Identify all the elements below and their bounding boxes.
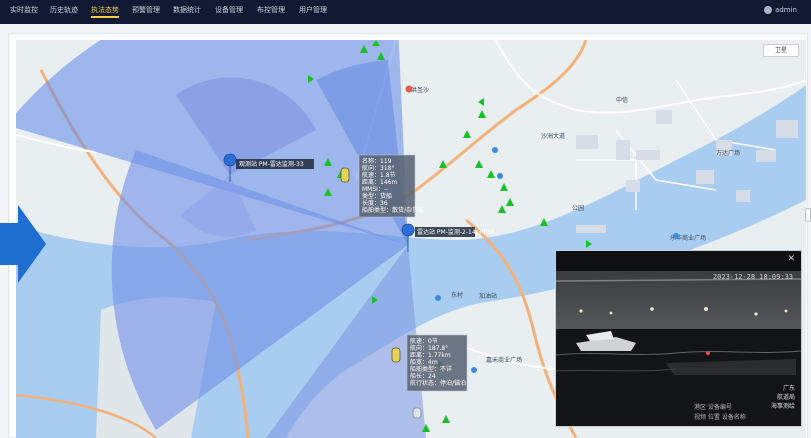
- place-label-1: 沙洲大道: [541, 132, 565, 140]
- popup1-line-2: 航速：1.8节: [362, 171, 396, 179]
- place-label-5: 嘉禾商业广场: [486, 356, 522, 364]
- top-navigation-bar: 实时监控 历史轨迹 执法态势 预警管理 数据统计 设备管理 布控管理 用户管理 …: [0, 0, 811, 24]
- nav-item-realtime-monitor[interactable]: 实时监控: [10, 0, 38, 24]
- station-label-1: 观测站 PM-雷达监测-33: [239, 160, 304, 168]
- popup1-line-4: MMSI：--: [362, 186, 388, 193]
- ship-icon-1: [340, 167, 350, 183]
- place-label-6: 中信: [616, 96, 628, 104]
- popup2-line-5: 船长：24: [410, 372, 436, 380]
- location-pin-3: [497, 173, 503, 179]
- close-icon[interactable]: ✕: [787, 254, 795, 264]
- vessel-popup-1: 名称：119 航向：318° 航速：1.8节 距离：146m MMSI：-- 类…: [358, 154, 424, 218]
- popup2-line-3: 船宽：4m: [410, 358, 438, 366]
- location-pin-2: [492, 147, 498, 153]
- map-layer-toggle[interactable]: 卫星: [763, 44, 799, 57]
- panel-resize-handle[interactable]: [805, 208, 811, 222]
- popup2-line-1: 航向：187.8°: [410, 344, 448, 352]
- popup2-line-2: 距离：1.77km: [410, 351, 451, 359]
- nav-item-device-management[interactable]: 设备管理: [215, 0, 243, 24]
- place-label-2: 公园: [572, 205, 584, 212]
- popup1-line-3: 距离：146m: [362, 178, 397, 186]
- place-label-7: 万达广场: [716, 149, 740, 157]
- ship-icon-3: [412, 407, 422, 419]
- popup1-line-7: 船舶类型：散货/杂货船: [362, 206, 424, 214]
- ship-icon-2: [391, 347, 401, 363]
- video-overlay-line-1: 航道局: [776, 394, 795, 401]
- collapse-arrow-icon[interactable]: [0, 205, 46, 283]
- popup1-line-0: 名称：119: [362, 157, 392, 165]
- vessel-popup-2: 航速：0节 航向：187.8° 距离：1.77km 船宽：4m 船舶类型：不详 …: [406, 334, 468, 392]
- location-pin-6: [435, 295, 441, 301]
- popup1-line-1: 航向：318°: [362, 164, 394, 172]
- place-label-8: 加油站: [479, 292, 497, 300]
- location-pin-5: [471, 367, 477, 373]
- video-overlay-line-2: 海事测绘: [770, 403, 795, 410]
- place-label-4: 东村: [451, 291, 463, 299]
- video-bottom-line-0: 港区 设备编号: [694, 404, 732, 411]
- vessel-marker-6: [475, 160, 483, 168]
- nav-item-statistics[interactable]: 数据统计: [173, 0, 201, 24]
- popup2-line-0: 航速：0节: [410, 337, 438, 345]
- avatar: [764, 6, 773, 14]
- nav-item-user-management[interactable]: 用户管理: [299, 0, 327, 24]
- nav-item-law-enforcement[interactable]: 执法态势: [91, 0, 119, 24]
- location-pin-1: [405, 85, 413, 93]
- video-monitor-window: ✕ 2023-12-28 18:09:33 广东 航道局 海事测绘 港区 设备编…: [555, 250, 802, 427]
- popup1-line-6: 长度：36: [362, 199, 388, 207]
- vessel-marker-5: [463, 130, 471, 138]
- video-timestamp: 2023-12-28 18:09:33: [712, 273, 793, 281]
- nav-item-deploy-management[interactable]: 布控管理: [257, 0, 285, 24]
- nav-item-alert-management[interactable]: 预警管理: [132, 0, 160, 24]
- user-name: admin: [775, 6, 797, 14]
- place-label-0: 洪圣沙: [411, 86, 429, 94]
- vessel-marker-4: [478, 98, 484, 106]
- user-menu[interactable]: admin: [764, 2, 797, 18]
- popup2-line-4: 船舶类型：不详: [410, 365, 452, 373]
- popup1-line-5: 类型：货船: [362, 192, 392, 200]
- station-label-2: 雷达站 PM-监测-2-14-300M: [417, 228, 494, 236]
- nav-item-history-track[interactable]: 历史轨迹: [50, 0, 78, 24]
- video-overlay-line-0: 广东: [782, 385, 795, 392]
- vessel-marker-7: [500, 183, 508, 191]
- location-pin-4: [673, 233, 679, 239]
- popup2-line-6: 航行状态：停泊/锚泊: [410, 379, 466, 387]
- video-bottom-line-1: 视频 位置 设备名称: [694, 414, 746, 421]
